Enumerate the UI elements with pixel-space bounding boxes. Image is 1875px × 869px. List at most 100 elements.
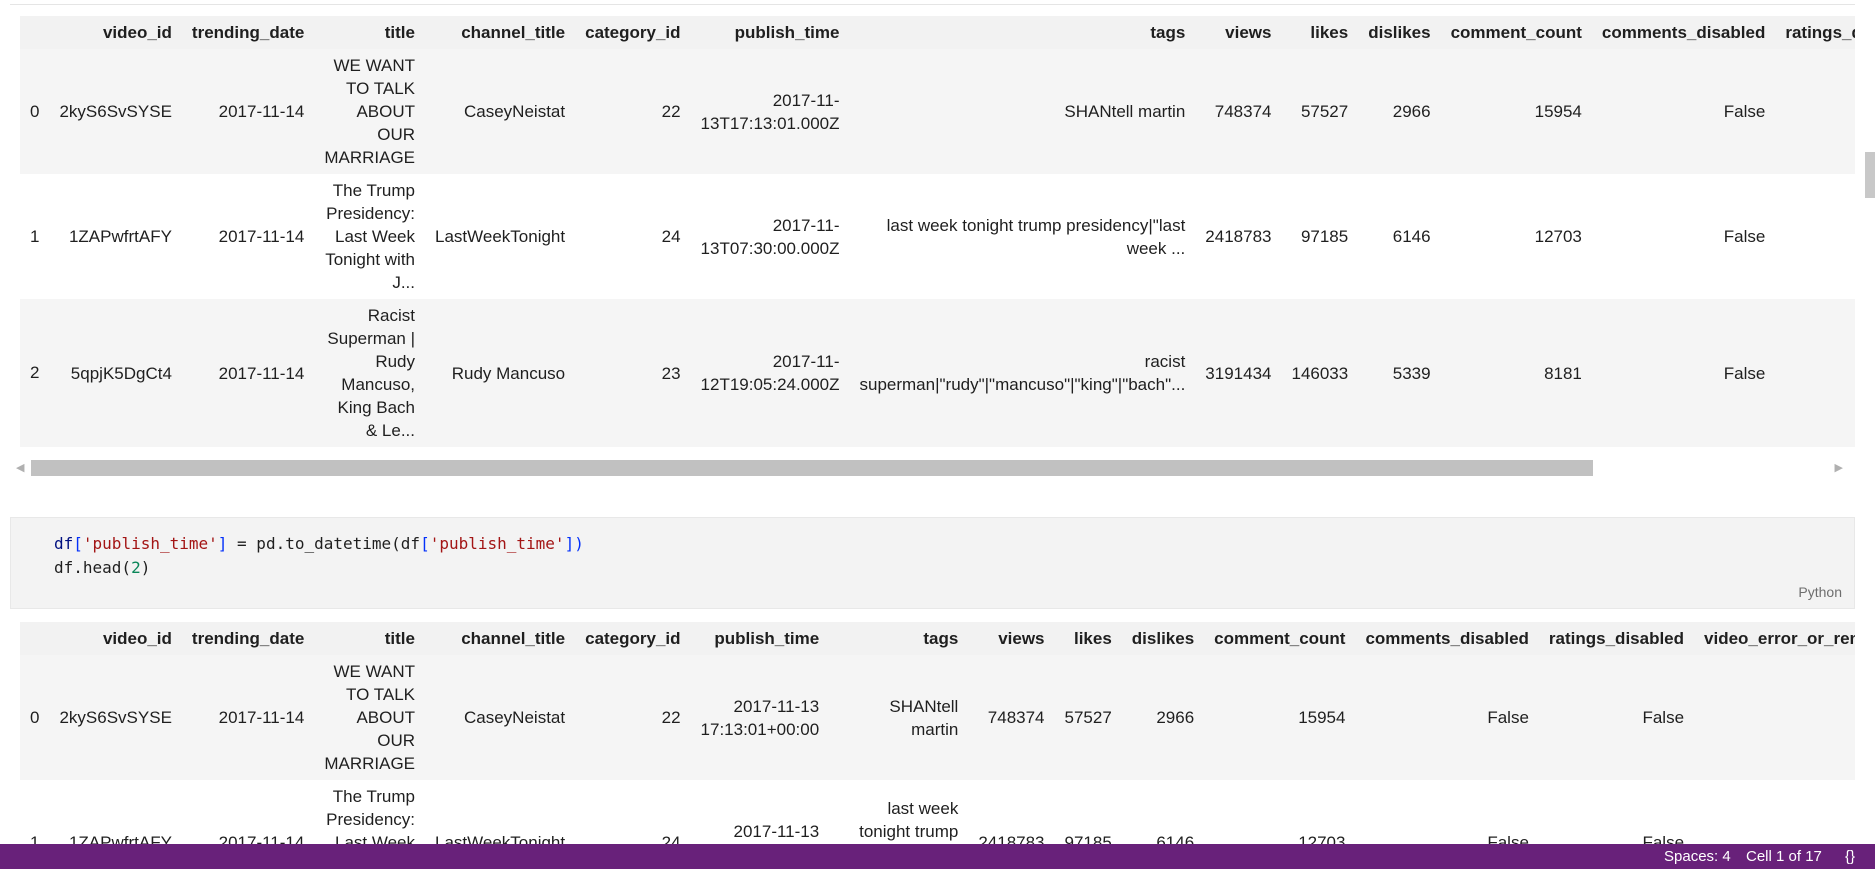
table-cell: 15954 <box>1534 102 1582 121</box>
column-header: video_error_or_remo <box>1704 628 1855 648</box>
column-header: tags <box>1150 22 1186 42</box>
column-header: title <box>384 22 415 42</box>
column-header: publish_time <box>714 628 820 648</box>
column-header: views <box>1225 22 1272 42</box>
table-cell: F <box>1694 655 1855 780</box>
table-cell: 2kyS6SvSYSE <box>59 102 172 121</box>
table-cell: 2017-11-14 <box>218 708 305 727</box>
status-bar: Spaces: 4 Cell 1 of 17 {} <box>0 844 1875 869</box>
column-header: title <box>384 628 415 648</box>
vertical-scrollbar-thumb[interactable] <box>1865 152 1875 198</box>
table-cell: 2418783 <box>1205 227 1272 246</box>
previous-cell-border <box>10 0 1855 5</box>
table-cell: False <box>1487 708 1529 727</box>
table-cell: 2017-11-13 17:13:01+00:00 <box>700 696 820 739</box>
table-cell: 1ZAPwfrtAFY <box>68 227 172 246</box>
column-header: comment_count <box>1214 628 1346 648</box>
table-cell: 15954 <box>1298 708 1346 727</box>
row-index: 0 <box>30 707 40 727</box>
table-cell: 3191434 <box>1205 363 1272 383</box>
code-editor[interactable]: df['publish_time'] = pd.to_datetime(df['… <box>54 532 584 580</box>
table-cell: Racist Superman | Rudy Mancuso, King Bac… <box>327 306 415 440</box>
table-cell: 748374 <box>1214 102 1272 121</box>
table-header-row: video_id trending_date title channel_title c… <box>20 622 1855 655</box>
row-index: 1 <box>30 226 40 246</box>
table-row: 0 2kyS6SvSYSE 2017-11-14 WE WANT TO TALK AB… <box>20 49 1855 174</box>
column-header: category_id <box>585 628 681 648</box>
table-body: 0 2kyS6SvSYSE 2017-11-14 WE WANT TO TALK AB… <box>20 655 1855 844</box>
column-header: publish_time <box>734 22 840 42</box>
row-index: 1 <box>30 832 40 845</box>
dataframe-table: video_id trending_date title channel_title c… <box>20 16 1855 447</box>
table-cell: 6146 <box>1392 227 1431 246</box>
column-header: video_id <box>102 22 172 42</box>
table-cell: 22 <box>661 102 681 121</box>
column-header: ratings_disabled <box>1548 628 1685 648</box>
table-header-row: video_id trending_date title channel_title c… <box>20 16 1855 49</box>
table-row: 1 1ZAPwfrtAFY 2017-11-14 The Trump Presiden… <box>20 174 1855 299</box>
table-cell: False <box>1723 102 1766 121</box>
column-header: views <box>998 628 1045 648</box>
column-header: ratings_di <box>1785 22 1855 42</box>
table-cell: The Trump Presidency: Last Week Tonight … <box>325 181 415 292</box>
braces-icon[interactable]: {} <box>1845 848 1855 865</box>
table-cell: Rudy Mancuso <box>451 363 566 383</box>
column-header: channel_title <box>461 628 566 648</box>
output-dataframe-2: video_id trending_date title channel_title c… <box>20 622 1855 844</box>
table-cell: last week tonight trump presidency|"last… <box>886 215 1186 258</box>
code-cell[interactable]: df['publish_time'] = pd.to_datetime(df['… <box>10 517 1855 609</box>
column-header: tags <box>923 628 959 648</box>
scroll-right-icon[interactable]: ▶ <box>1835 461 1843 474</box>
table-cell: 22 <box>661 708 681 727</box>
table-cell: 57527 <box>1064 708 1112 727</box>
table-cell: 2017-11-12T19:05:24.000Z <box>700 352 840 394</box>
table-cell: 1ZAPwfrtAFY <box>68 833 172 844</box>
table-cell: 5qpjK5DgCt4 <box>70 363 172 383</box>
indentation-status[interactable]: Spaces: 4 <box>1664 848 1731 865</box>
column-header: category_id <box>585 22 681 42</box>
table-cell: 6146 <box>1156 833 1195 844</box>
table-cell: 2017-11-13T17:13:01.000Z <box>700 90 840 133</box>
table-cell: SHANtell martin <box>1064 102 1186 121</box>
cell-position-status[interactable]: Cell 1 of 17 <box>1746 848 1822 865</box>
index-header <box>20 16 49 49</box>
table-cell: 2418783 <box>978 833 1045 844</box>
code-line-2: df.head(2) <box>54 558 151 577</box>
scroll-left-icon[interactable]: ◀ <box>16 461 24 474</box>
column-header: comments_disabled <box>1601 22 1766 42</box>
table-cell: 12703 <box>1298 833 1346 844</box>
column-header: trending_date <box>191 22 305 42</box>
index-header <box>20 622 49 655</box>
row-index: 2 <box>30 363 40 382</box>
column-header: likes <box>1073 628 1112 648</box>
table-cell: racist superman|"rudy"|"mancuso"|"king"|… <box>859 352 1186 394</box>
table-row: 1 1ZAPwfrtAFY 2017-11-14 The Trump Presiden… <box>20 780 1855 844</box>
code-line-1: df['publish_time'] = pd.to_datetime(df['… <box>54 534 584 553</box>
table-cell: WE WANT TO TALK ABOUT OUR MARRIAGE <box>324 56 416 167</box>
table-cell: False <box>1642 708 1685 727</box>
table-cell: WE WANT TO TALK ABOUT OUR MARRIAGE <box>324 662 416 773</box>
table-cell: SHANtell martin <box>889 696 959 739</box>
column-header: video_id <box>102 628 172 648</box>
table-cell: 57527 <box>1300 102 1349 121</box>
table-cell <box>1775 174 1855 299</box>
table-cell: 748374 <box>987 708 1045 727</box>
scrollbar-thumb[interactable] <box>31 460 1593 476</box>
table-cell: LastWeekTonight <box>435 833 566 844</box>
table-cell: False <box>1723 227 1766 246</box>
table-cell: 23 <box>661 363 681 383</box>
column-header: dislikes <box>1131 628 1195 648</box>
table-cell: 2017-11-14 <box>218 102 305 121</box>
table-cell: 24 <box>661 227 681 246</box>
table-cell: 2017-11-14 <box>218 833 305 844</box>
horizontal-scrollbar[interactable]: ◀ ▶ <box>10 458 1855 478</box>
table-body: 0 2kyS6SvSYSE 2017-11-14 WE WANT TO TALK AB… <box>20 49 1855 447</box>
cell-language-label[interactable]: Python <box>1798 584 1842 600</box>
row-index: 0 <box>30 101 40 121</box>
column-header: trending_date <box>191 628 305 648</box>
table-cell: 24 <box>661 833 681 844</box>
table-cell: 2017-11-13 07:30:00+00:00 <box>733 821 820 841</box>
table-row: 2 5qpjK5DgCt4 2017-11-14 Racist Superman | … <box>20 299 1855 447</box>
table-cell: False <box>1642 833 1685 844</box>
dataframe-table: video_id trending_date title channel_title c… <box>20 622 1855 844</box>
